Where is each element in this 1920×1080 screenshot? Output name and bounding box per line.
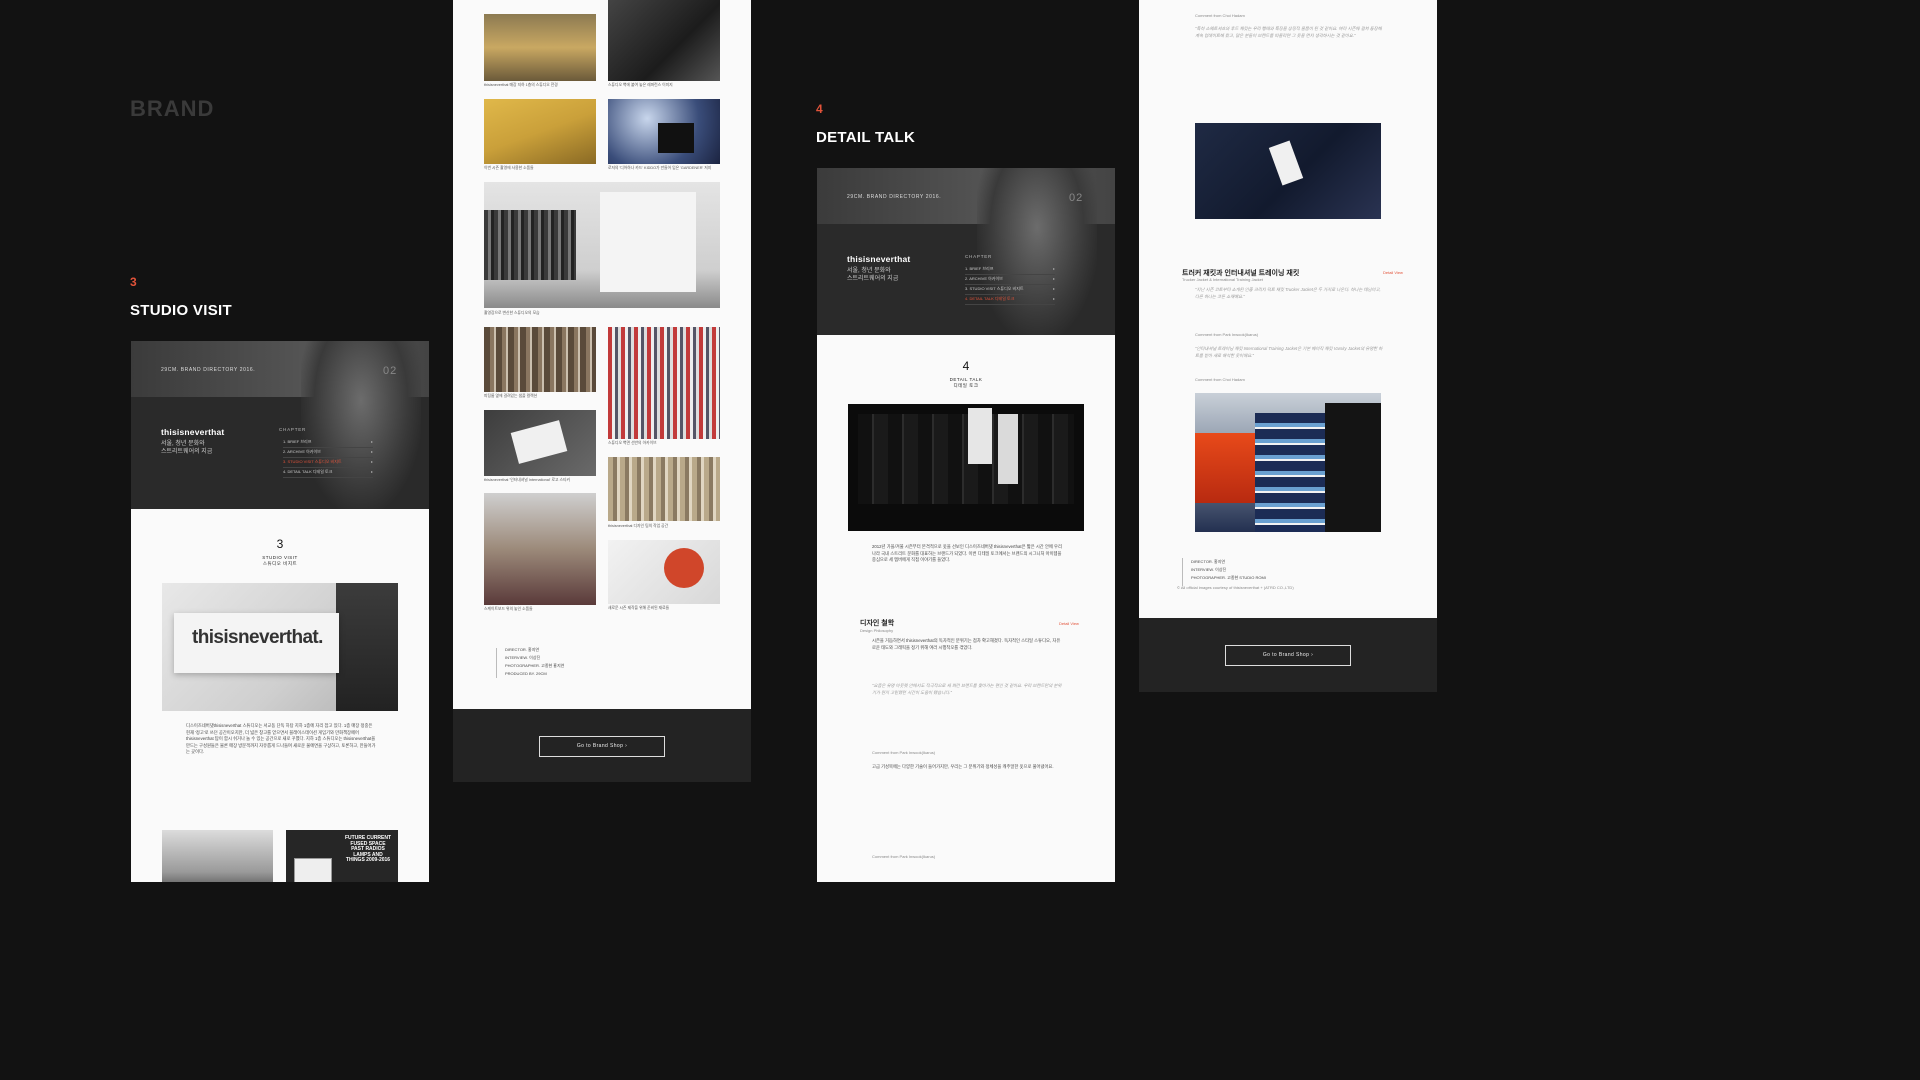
detail-clothes-photo	[848, 404, 1084, 531]
detail-continued-page: Comment from Choi Hadam "특히 스웨트셔츠와 후드 재킷…	[1139, 0, 1437, 692]
gallery-caption-9: thisisneverthat 디자인 팀의 작업 공간	[608, 524, 669, 528]
detail-intro-text: 2012년 가을/겨울 시즌부터 본격적으로 옷을 선보인 디스이즈네버댓 th…	[872, 544, 1062, 562]
hoodie-label-photo	[1195, 123, 1381, 219]
training-jacket-quote: "인터내셔널 트레이닝 재킷 International Training Ja…	[1195, 346, 1383, 358]
exhibition-poster-photo: FUTURE CURRENT FUSED SPACE PAST RADIOS L…	[286, 830, 398, 882]
hero-subtitle-2: 스트리트웨어의 지금	[161, 449, 213, 455]
gallery-photo-jersey	[608, 99, 720, 164]
hero-tag: 29CM. BRAND DIRECTORY 2016.	[847, 194, 942, 200]
gallery-caption-10: 스케이트보드 위의 놓인 소품들	[484, 607, 533, 611]
studio-sign-photo: thisisneverthat.	[162, 583, 398, 711]
right-top-quote: "특히 스웨트셔츠와 후드 재킷는 우리 행태와 특징을 상징적 물품이 된 것…	[1195, 26, 1382, 38]
gallery-caption-8: 스튜디오 벽면 선반의 아카이브	[608, 441, 657, 445]
chapter-number: 3	[276, 537, 284, 551]
chapter-item-archive[interactable]: 2. ARCHIVE 아카이브 ▸	[965, 276, 1055, 285]
section-number-studio: 3	[130, 275, 137, 289]
gallery-caption-6: 피팅룸 옆에 걸려있는 샘플 컬렉션	[484, 394, 538, 398]
hero-banner-detail: 29CM. BRAND DIRECTORY 2016. 02 thisisnev…	[817, 168, 1115, 335]
chapter-number: 4	[962, 359, 970, 373]
hero-subtitle-1: 서울, 청년 문화와	[847, 268, 891, 274]
gallery-photo-props	[484, 99, 596, 164]
gallery-photo-studio	[484, 14, 596, 81]
chapter-item-studio-visit[interactable]: 3. STUDIO VISIT 스튜디오 비지트 ▸	[965, 286, 1055, 295]
detail-para-1: 시즌을 거듭하면서 thisisneverthat의 독자적인 분위기는 점차 …	[872, 638, 1061, 650]
section-number-detail: 4	[816, 102, 823, 116]
copyright-note: © All official images courtesy of thisis…	[1177, 585, 1294, 590]
poster-text: FUTURE CURRENT FUSED SPACE PAST RADIOS L…	[344, 835, 392, 864]
gallery-photo-materials	[608, 540, 720, 604]
studio-exterior-photo	[162, 830, 273, 882]
gallery-caption-11: 새로운 시즌 제작을 위해 준비된 재료들	[608, 606, 670, 610]
design-philosophy-heading-en: Design Philosophy	[860, 628, 894, 633]
comment-attribution-top: Comment from Choi Hadam	[1195, 13, 1245, 18]
gallery-photo-sticker	[484, 410, 596, 476]
chapter-item-brief[interactable]: 1. BRIEF 브리프 ▸	[965, 266, 1055, 275]
detail-view-link-right[interactable]: Detail View	[1383, 270, 1403, 275]
hero-issue-number: 02	[383, 365, 398, 377]
hero-subtitle-2: 스트리트웨어의 지금	[847, 276, 899, 282]
gallery-photo-shooting-room	[484, 182, 720, 308]
studio-visit-page: 29CM. BRAND DIRECTORY 2016. 02 thisisnev…	[131, 341, 429, 882]
trucker-jacket-quote: "지난 시즌 코트부터 소개된 인증 크리치 덕트 재킷 Trucker Jac…	[1195, 287, 1381, 299]
comment-attribution-low: Comment from Choi Hadam	[1195, 377, 1245, 382]
studio-gallery-page: thisisneverthat 매장 지하 1층의 스튜디오 전경 스튜디오 벽…	[453, 0, 751, 782]
training-jacket-photo	[1195, 393, 1381, 532]
hero-subtitle-1: 서울, 청년 문화와	[161, 441, 205, 447]
gallery-photo-workspace	[608, 457, 720, 521]
detail-para-2: 고급 기성복에는 다양한 기술이 들어가지만, 우리는 그 분위기와 정체성을 …	[872, 764, 1054, 769]
hero-banner: 29CM. BRAND DIRECTORY 2016. 02 thisisnev…	[131, 341, 429, 509]
go-to-brand-shop-button-right[interactable]: Go to Brand Shop ›	[1225, 645, 1351, 666]
right-credits: DIRECTOR. 홍지연 INTERVIEW. 이상진 PHOTOGRAPHE…	[1191, 559, 1266, 580]
chapter-item-detail-talk[interactable]: 4. DETAIL TALK 디테일 토크 ▸	[283, 469, 373, 478]
design-philosophy-heading: 디자인 철학	[860, 620, 895, 627]
chapter-label: CHAPTER	[965, 254, 993, 259]
chapter-item-studio-visit[interactable]: 3. STUDIO VISIT 스튜디오 비지트 ▸	[283, 459, 373, 468]
chapter-item-detail-talk[interactable]: 4. DETAIL TALK 디테일 토크 ▸	[965, 296, 1055, 305]
sign-text: thisisneverthat.	[192, 627, 323, 648]
gallery-photo-skateboard	[484, 493, 596, 605]
hero-tag: 29CM. BRAND DIRECTORY 2016.	[161, 367, 256, 373]
hero-brand-name: thisisneverthat	[161, 427, 225, 437]
chapter-label-ko: 스튜디오 비지트	[262, 561, 298, 566]
detail-view-link[interactable]: Detail View	[1059, 621, 1079, 626]
gallery-caption-4: 로저의 '디어하나 카드' KIDDO가 만들어 입은 'GARDENER' 저…	[608, 166, 712, 170]
chapter-label: CHAPTER	[279, 427, 307, 432]
gallery-credits: DIRECTOR. 홍지연 INTERVIEW. 이상진 PHOTOGRAPHE…	[505, 647, 565, 676]
section-title-detail: DETAIL TALK	[816, 129, 916, 146]
gallery-photo-samples	[484, 327, 596, 392]
gallery-caption-1: thisisneverthat 매장 지하 1층의 스튜디오 전경	[484, 83, 558, 87]
gallery-caption-5: 촬영장으로 변신한 스튜디오의 모습	[484, 311, 540, 315]
gallery-photo-archive-shelf	[608, 327, 720, 439]
section-title-studio: STUDIO VISIT	[130, 302, 232, 319]
detail-talk-page: 29CM. BRAND DIRECTORY 2016. 02 thisisnev…	[817, 168, 1115, 882]
chapter-item-brief[interactable]: 1. BRIEF 브리프 ▸	[283, 439, 373, 448]
trucker-jacket-heading-en: Trucker Jacket & International Training …	[1182, 277, 1263, 282]
comment-attribution-2: Comment from Park Inwook(Ikarus)	[872, 854, 936, 859]
gallery-caption-3: 이번 시즌 촬영에 사용한 소품들	[484, 166, 534, 170]
gallery-caption-2: 스튜디오 벽에 붙여 놓은 레퍼런스 이미지	[608, 83, 673, 87]
gallery-photo-reference	[608, 0, 720, 81]
studio-body-text: 디스이즈네버댓thisisneverthat 스튜디오는 서교동 단독 하탕 지…	[186, 723, 376, 754]
comment-attribution-mid: Comment from Park Inwook(Ikarus)	[1195, 332, 1259, 337]
go-to-brand-shop-button[interactable]: Go to Brand Shop ›	[539, 736, 665, 757]
gallery-caption-7: thisisneverthat '인터내셔널 International' 로고…	[484, 478, 570, 482]
detail-quote-1: "요즘은 유명 아웃렛 안에서도 적극적으로 새 퍼런 브랜드를 찾아가는 편인…	[872, 683, 1062, 695]
chapter-item-archive[interactable]: 2. ARCHIVE 아카이브 ▸	[283, 449, 373, 458]
gallery-footer: Go to Brand Shop ›	[453, 709, 751, 782]
chapter-label-ko: 디테일 토크	[953, 383, 979, 388]
hero-model-photo	[301, 341, 421, 509]
hero-brand-name: thisisneverthat	[847, 254, 911, 264]
comment-attribution-1: Comment from Park Inwook(Ikarus)	[872, 750, 936, 755]
right-footer: Go to Brand Shop ›	[1139, 618, 1437, 692]
brand-heading: BRAND	[130, 96, 215, 121]
hero-issue-number: 02	[1069, 192, 1084, 204]
